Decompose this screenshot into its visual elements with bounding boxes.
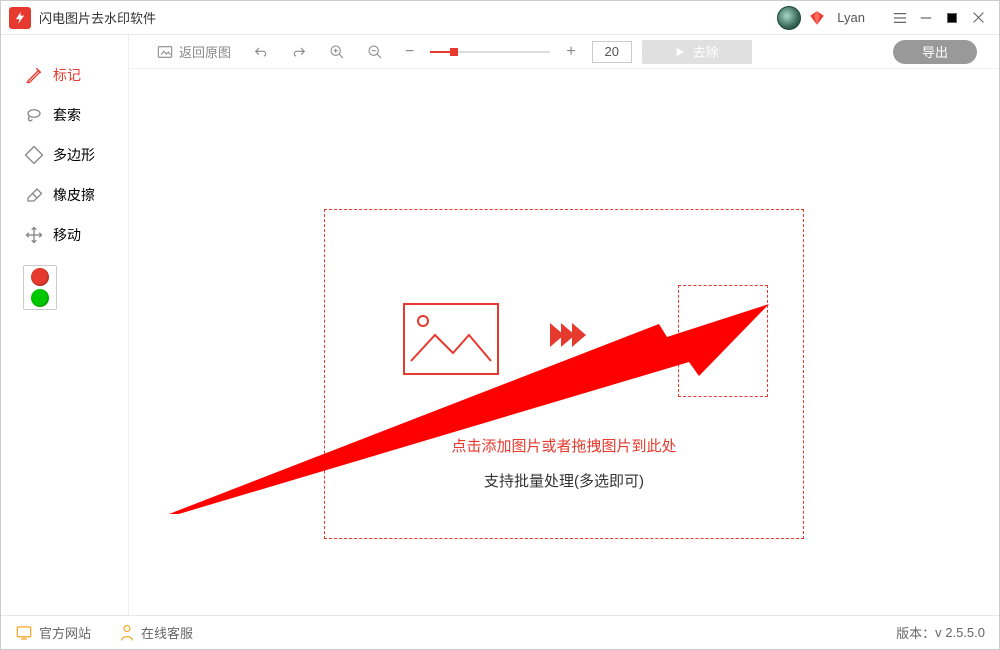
arrows-icon [550,323,583,347]
move-icon [25,226,43,244]
menu-button[interactable] [887,5,913,31]
remove-label: 去除 [693,42,719,61]
polygon-icon [25,146,43,164]
marker-icon [25,66,43,84]
canvas-area: + 点击添加图片或者拖拽图片到此处 支持批量处理(多选即可) [129,69,999,615]
export-button[interactable]: 导出 [893,40,977,64]
tool-polygon[interactable]: 多边形 [1,135,128,175]
user-avatar[interactable] [777,6,801,30]
tool-move[interactable]: 移动 [1,215,128,255]
status-bar: 官方网站 在线客服 版本： v 2.5.5.0 [1,615,999,649]
drop-zone[interactable]: + 点击添加图片或者拖拽图片到此处 支持批量处理(多选即可) [324,209,804,539]
tool-eraser[interactable]: 橡皮擦 [1,175,128,215]
maximize-button[interactable] [939,5,965,31]
tool-lasso[interactable]: 套索 [1,95,128,135]
redo-button[interactable] [285,39,313,65]
zoom-out-button[interactable] [361,39,389,65]
back-to-original-button[interactable]: 返回原图 [151,39,237,65]
tool-label: 橡皮擦 [53,185,95,205]
version-label: 版本： [896,623,935,642]
app-title: 闪电图片去水印软件 [39,8,156,27]
drop-hint-primary: 点击添加图片或者拖拽图片到此处 [325,435,803,456]
tool-label: 多边形 [53,145,95,165]
official-site-label: 官方网站 [39,623,91,642]
version-value: v 2.5.5.0 [935,625,985,640]
official-site-link[interactable]: 官方网站 [15,623,91,642]
title-bar: 闪电图片去水印软件 Lyan [1,1,999,35]
zoom-minus-button[interactable]: − [399,39,420,65]
zoom-in-button[interactable] [323,39,351,65]
mask-green[interactable] [31,289,49,307]
undo-button[interactable] [247,39,275,65]
add-image-target[interactable]: + [678,285,768,397]
plus-icon: + [712,323,733,359]
tool-label: 移动 [53,225,81,245]
close-button[interactable] [965,5,991,31]
zoom-plus-button[interactable]: + [560,39,581,65]
tool-sidebar: 标记 套索 多边形 橡皮擦 移动 [1,35,129,615]
online-service-link[interactable]: 在线客服 [119,623,193,642]
mask-red[interactable] [31,268,49,286]
tool-label: 标记 [53,65,81,85]
vip-badge-icon[interactable] [807,8,827,28]
tool-label: 套索 [53,105,81,125]
user-name[interactable]: Lyan [837,10,865,25]
remove-watermark-button[interactable]: 去除 [642,40,752,64]
color-mask-selector[interactable] [23,265,57,310]
lasso-icon [25,106,43,124]
back-label: 返回原图 [179,42,231,61]
online-service-label: 在线客服 [141,623,193,642]
top-toolbar: 返回原图 − + 去除 导 [129,35,999,69]
export-label: 导出 [922,42,948,61]
image-placeholder-icon [403,303,499,375]
eraser-icon [25,186,43,204]
zoom-value-input[interactable] [592,41,632,63]
zoom-slider[interactable] [430,45,550,59]
app-logo [9,7,31,29]
minimize-button[interactable] [913,5,939,31]
drop-hint-secondary: 支持批量处理(多选即可) [325,470,803,491]
tool-marker[interactable]: 标记 [1,55,128,95]
